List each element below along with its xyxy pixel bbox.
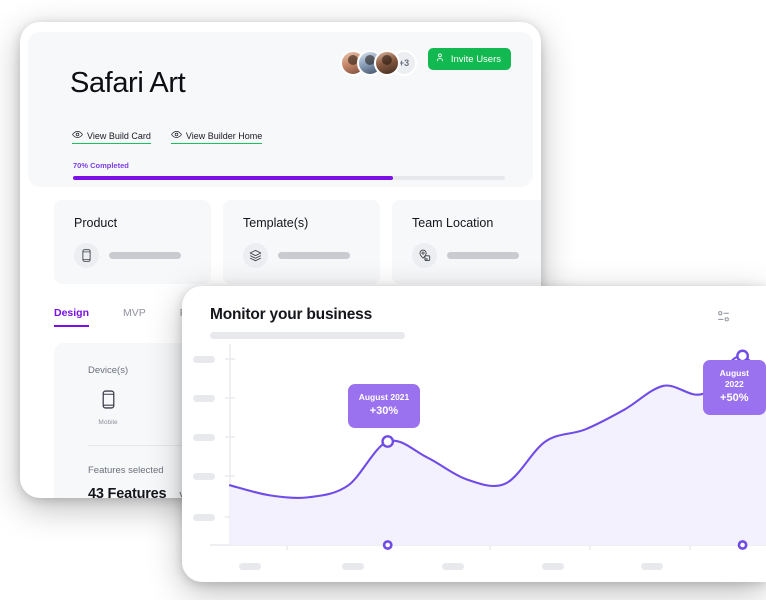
summary-card-body — [74, 243, 211, 268]
annotation-value: +50% — [720, 392, 749, 405]
layers-icon — [243, 243, 268, 268]
chart-title: Monitor your business — [210, 306, 373, 323]
chart-plot-area: August 2021 +30% August 2022 +50% — [182, 342, 766, 582]
annotation-date: August 2022 — [719, 367, 749, 389]
summary-placeholder-bar — [109, 252, 181, 259]
area-chart — [210, 344, 766, 550]
avatar-group[interactable]: +3 — [340, 50, 417, 76]
annotation-date: August 2021 — [358, 391, 410, 402]
invite-users-button[interactable]: Invite Users — [427, 48, 511, 70]
summary-card-title: Product — [74, 216, 118, 230]
project-header: Safari Art +3 Invite Users View Build Ca… — [28, 32, 533, 187]
summary-card-product[interactable]: Product — [54, 200, 211, 284]
sliders-icon[interactable] — [717, 310, 730, 328]
view-builder-home-label: View Builder Home — [185, 130, 263, 141]
summary-card-title: Team Location — [412, 216, 494, 230]
map-pin-icon — [412, 243, 437, 268]
mobile-phone-icon — [102, 390, 115, 413]
progress-bar — [73, 176, 505, 180]
view-build-card-label: View Build Card — [87, 130, 151, 141]
chart-subtitle-placeholder — [210, 332, 405, 339]
progress-label: 70% Completed — [73, 161, 129, 170]
summary-card-team-location[interactable]: Team Location — [392, 200, 541, 284]
summary-card-body — [243, 243, 380, 268]
eye-icon — [72, 130, 83, 141]
device-name-label: Mobile — [98, 419, 118, 426]
device-item-mobile[interactable]: Mobile — [88, 390, 128, 426]
monitor-business-card: Monitor your business August 2021 +30% A… — [182, 286, 766, 582]
chart-data-point[interactable] — [381, 435, 395, 448]
tab-mvp[interactable]: MVP — [123, 307, 146, 327]
summary-card-templates[interactable]: Template(s) — [223, 200, 380, 284]
page-title: Safari Art — [70, 67, 186, 99]
view-builder-home-link[interactable]: View Builder Home — [170, 130, 263, 144]
eye-icon — [171, 130, 182, 141]
avatar — [374, 50, 400, 76]
summary-card-title: Template(s) — [243, 216, 309, 230]
summary-card-body — [412, 243, 541, 268]
summary-placeholder-bar — [278, 252, 350, 259]
view-build-card-link[interactable]: View Build Card — [72, 130, 151, 144]
mobile-phone-icon — [74, 243, 99, 268]
summary-placeholder-bar — [447, 252, 519, 259]
x-axis-marker — [737, 540, 748, 550]
person-add-icon — [436, 53, 445, 65]
progress-bar-fill — [73, 176, 393, 180]
summary-cards: Product Template(s) Team Location — [54, 200, 541, 284]
tab-design[interactable]: Design — [54, 307, 90, 327]
features-count: 43 Features — [88, 486, 167, 498]
screenshot-root: Safari Art +3 Invite Users View Build Ca… — [0, 0, 766, 600]
invite-users-label: Invite Users — [450, 53, 501, 65]
annotation-value: +30% — [369, 405, 399, 418]
x-axis-marker — [382, 540, 393, 550]
header-links: View Build Card View Builder Home — [72, 130, 263, 144]
chart-annotation-august-2022[interactable]: August 2022 +50% — [702, 359, 766, 415]
chart-annotation-august-2021[interactable]: August 2021 +30% — [347, 383, 421, 428]
